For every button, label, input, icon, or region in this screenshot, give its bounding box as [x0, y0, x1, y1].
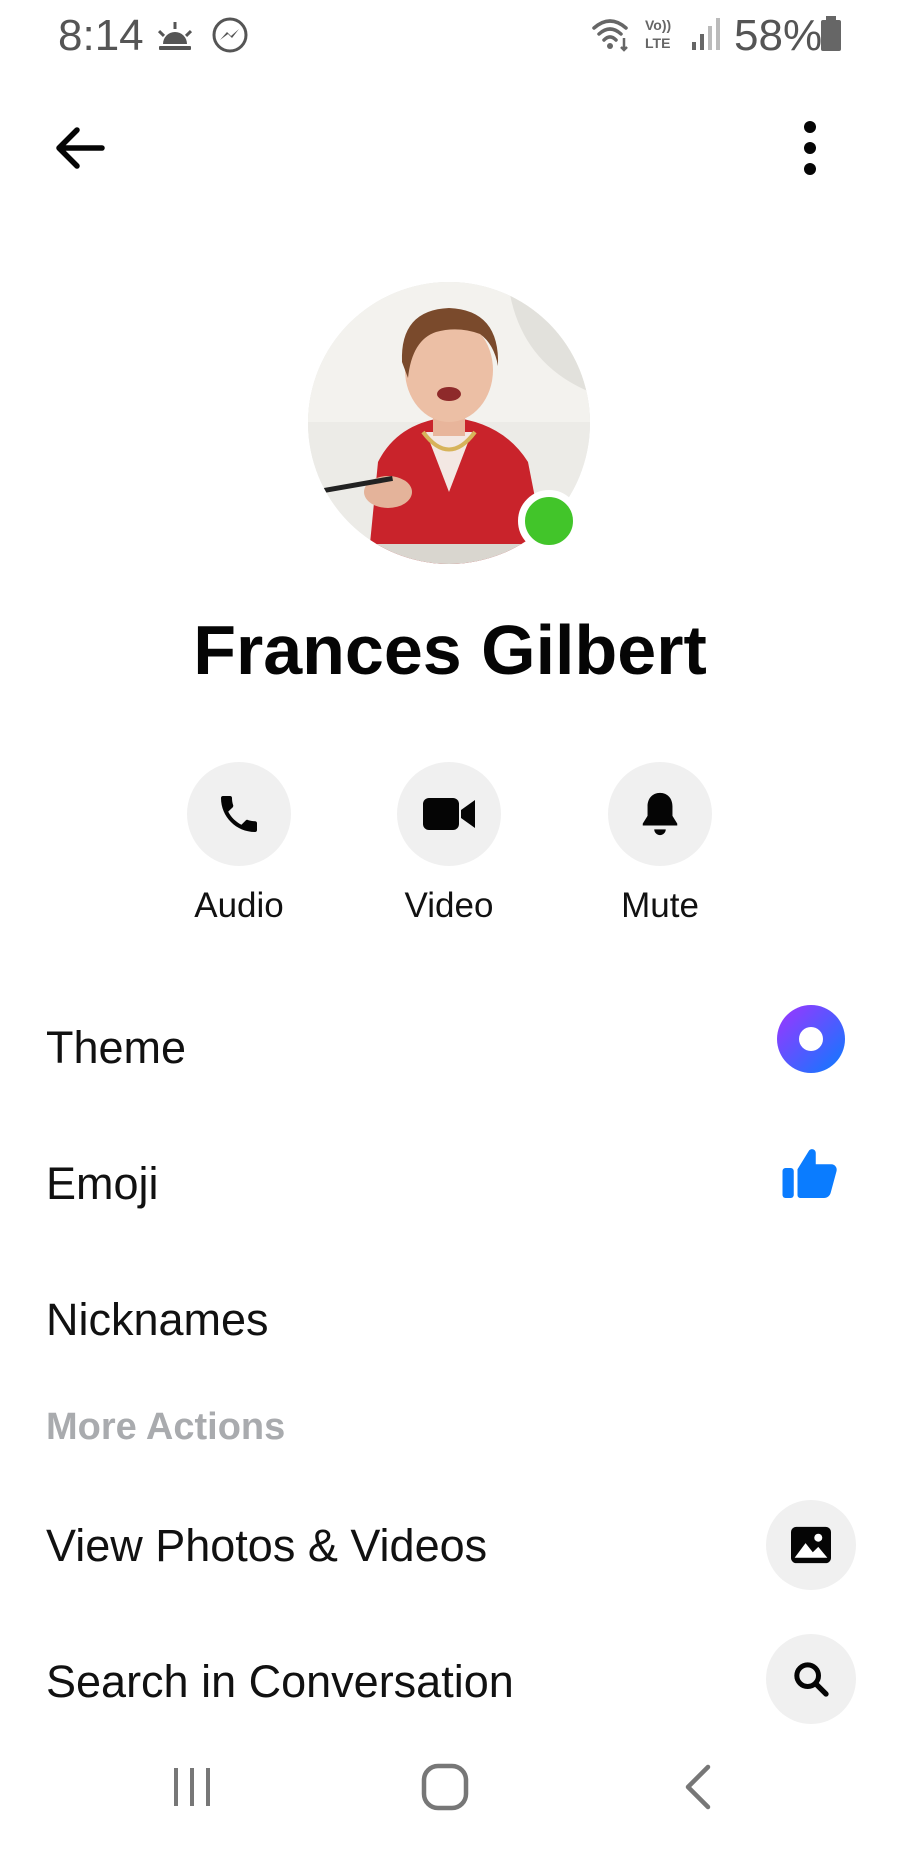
messenger-icon — [212, 17, 248, 53]
video-call-label: Video — [404, 886, 494, 925]
search-in-conversation-label: Search in Conversation — [46, 1656, 514, 1707]
bell-icon — [642, 792, 678, 836]
wifi-icon — [592, 19, 628, 52]
view-photos-videos-row[interactable]: View Photos & Videos — [0, 1500, 900, 1610]
recent-apps-icon[interactable] — [170, 1764, 216, 1810]
battery-percent: 58% — [734, 11, 823, 60]
more-options-button[interactable] — [774, 112, 846, 184]
emoji-row[interactable]: Emoji — [0, 1146, 900, 1246]
search-in-conversation-row[interactable]: Search in Conversation — [0, 1634, 900, 1744]
video-call-circle — [397, 762, 501, 866]
thumbs-up-icon — [782, 1149, 837, 1198]
online-status-indicator — [518, 490, 580, 552]
nicknames-label: Nicknames — [46, 1294, 269, 1345]
nicknames-row[interactable]: Nicknames — [0, 1282, 900, 1382]
status-bar: 8:14 Vo)) LTE 58% — [0, 0, 900, 72]
audio-call-circle — [187, 762, 291, 866]
mute-label: Mute — [621, 886, 699, 925]
search-icon — [794, 1662, 829, 1697]
status-time: 8:14 — [58, 11, 144, 60]
back-button[interactable] — [44, 112, 116, 184]
phone-icon — [221, 796, 257, 832]
home-icon[interactable] — [420, 1762, 470, 1812]
volte-lte-icon: Vo)) LTE — [645, 17, 671, 51]
search-icon-circle — [766, 1634, 856, 1724]
theme-label: Theme — [46, 1022, 187, 1073]
signal-strength-icon — [692, 18, 720, 50]
audio-call-button[interactable]: Audio — [174, 762, 304, 926]
emoji-label: Emoji — [46, 1158, 159, 1209]
svg-text:Vo)): Vo)) — [645, 17, 671, 33]
theme-row[interactable]: Theme — [0, 1005, 900, 1110]
video-camera-icon — [423, 798, 475, 830]
vertical-dots-icon — [804, 121, 816, 175]
profile-name: Frances Gilbert — [193, 611, 707, 689]
system-back-icon[interactable] — [678, 1762, 718, 1812]
mute-circle — [608, 762, 712, 866]
view-photos-videos-label: View Photos & Videos — [46, 1520, 488, 1571]
battery-icon — [821, 16, 841, 51]
theme-color-icon — [777, 1005, 845, 1073]
system-navigation-bar — [0, 1742, 900, 1850]
photo-icon — [791, 1526, 831, 1564]
sunrise-weather-icon — [157, 22, 193, 50]
video-call-button[interactable]: Video — [384, 762, 514, 926]
more-actions-header: More Actions — [46, 1406, 286, 1448]
svg-text:LTE: LTE — [645, 35, 670, 51]
arrow-left-icon — [56, 127, 105, 169]
photo-icon-circle — [766, 1500, 856, 1590]
audio-call-label: Audio — [194, 886, 284, 925]
mute-button[interactable]: Mute — [595, 762, 725, 926]
